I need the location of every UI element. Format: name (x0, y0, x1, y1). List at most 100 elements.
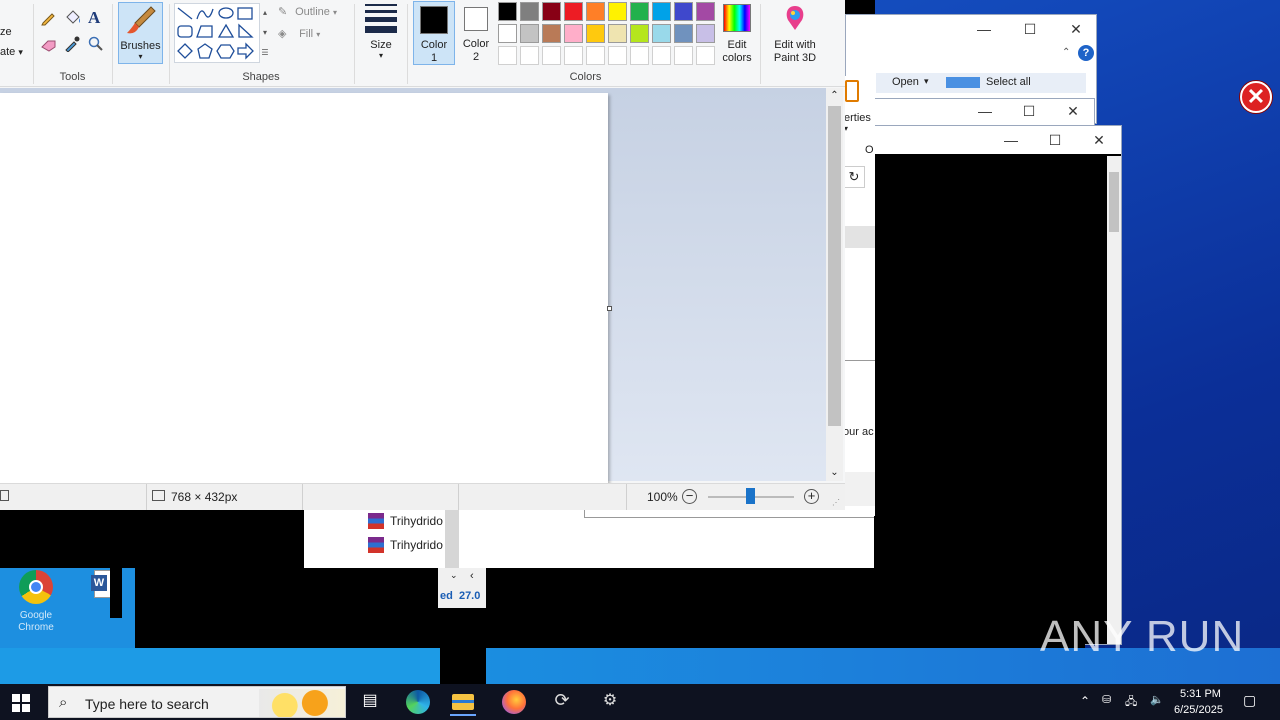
palette-swatch-empty[interactable] (564, 46, 583, 65)
firefox-icon[interactable] (502, 690, 526, 714)
open-button[interactable]: Open (892, 76, 919, 88)
scrollbar-thumb[interactable] (828, 106, 841, 426)
palette-swatch-empty[interactable] (542, 46, 561, 65)
scroll-down-icon[interactable]: ⌄ (450, 570, 458, 581)
maximize-button[interactable]: ☐ (1015, 101, 1043, 121)
network-icon[interactable]: 🖧 (1125, 693, 1137, 712)
close-overlay-button[interactable]: ✕ (1240, 81, 1272, 113)
help-icon[interactable]: ? (1078, 45, 1094, 61)
close-button[interactable]: ✕ (1059, 101, 1087, 121)
refresh-button[interactable]: ↻ (843, 166, 865, 188)
palette-swatch-empty[interactable] (652, 46, 671, 65)
size-button[interactable]: Size ▾ (360, 2, 402, 64)
fill-bucket-icon[interactable] (64, 10, 82, 26)
palette-swatch[interactable] (564, 24, 583, 43)
open-dropdown-icon[interactable]: ▾ (924, 76, 929, 87)
shapes-gallery[interactable] (174, 3, 260, 63)
clock-time[interactable]: 5:31 PM (1180, 688, 1221, 700)
color2-button[interactable]: Color 2 (456, 1, 496, 65)
resize-grip-icon[interactable]: ⋰ (832, 498, 840, 507)
palette-swatch[interactable] (608, 24, 627, 43)
resize-button[interactable]: ze (0, 26, 12, 38)
zoom-in-button[interactable]: + (804, 489, 819, 504)
palette-swatch-empty[interactable] (586, 46, 605, 65)
minimize-button[interactable]: — (971, 101, 999, 121)
close-button[interactable]: ✕ (1062, 19, 1090, 39)
palette-swatch-empty[interactable] (608, 46, 627, 65)
palette-swatch[interactable] (542, 24, 561, 43)
select-all-button[interactable]: Select all (986, 76, 1031, 88)
ribbon-collapse-icon[interactable]: ⌃ (1062, 47, 1070, 58)
palette-swatch[interactable] (630, 24, 649, 43)
taskbar-search-box[interactable]: ⌕ Type here to search (48, 686, 346, 718)
palette-swatch[interactable] (674, 24, 693, 43)
notification-icon[interactable]: ▢ (1243, 692, 1256, 709)
edit-colors-button[interactable]: Edit colors (718, 2, 756, 66)
outline-button[interactable]: ✎ Outline ▾ (278, 5, 337, 21)
rotate-button[interactable]: ate ▾ (0, 46, 23, 58)
scroll-left-icon[interactable]: ‹ (470, 570, 474, 582)
properties-label[interactable]: erties (844, 112, 871, 124)
color1-button[interactable]: Color 1 (413, 1, 455, 65)
palette-swatch[interactable] (652, 24, 671, 43)
palette-swatch[interactable] (696, 24, 715, 43)
pencil-icon[interactable] (40, 10, 56, 26)
scroll-up-arrow[interactable]: ⌃ (826, 88, 843, 104)
palette-swatch[interactable] (498, 2, 517, 21)
text-icon[interactable]: A (88, 8, 100, 28)
palette-swatch[interactable] (608, 2, 627, 21)
drawing-canvas[interactable] (0, 93, 608, 485)
separator (407, 4, 408, 84)
task-view-icon[interactable]: ▤ (358, 690, 382, 714)
tray-chevron-icon[interactable]: ⌃ (1080, 694, 1090, 708)
window-scrollbar[interactable] (1107, 156, 1121, 644)
brushes-button[interactable]: Brushes ▾ (118, 2, 163, 64)
zoom-slider-thumb[interactable] (746, 488, 755, 504)
scroll-down-arrow[interactable]: ⌄ (826, 465, 843, 481)
edge-icon[interactable] (406, 690, 430, 714)
shapes-scroll[interactable]: ▴ ▾ ☰ (260, 3, 270, 63)
maximize-button[interactable]: ☐ (1041, 130, 1069, 150)
palette-swatch[interactable] (564, 2, 583, 21)
magnifier-icon[interactable] (88, 36, 104, 52)
palette-swatch-empty[interactable] (520, 46, 539, 65)
scrollbar-thumb[interactable] (1109, 172, 1119, 232)
palette-swatch[interactable] (652, 2, 671, 21)
palette-swatch-empty[interactable] (674, 46, 693, 65)
minimize-button[interactable]: — (997, 130, 1025, 150)
fill-button[interactable]: ◈ Fill ▾ (278, 27, 320, 43)
scroll-up-icon[interactable]: ▴ (260, 3, 270, 23)
palette-swatch[interactable] (498, 24, 517, 43)
desktop-icon-chrome[interactable]: Google Chrome (6, 570, 66, 634)
palette-swatch-empty[interactable] (696, 46, 715, 65)
app-icon-2[interactable]: ⚙ (598, 690, 622, 714)
color-picker-icon[interactable] (64, 36, 80, 53)
scroll-down-icon[interactable]: ▾ (260, 23, 270, 43)
palette-swatch[interactable] (542, 2, 561, 21)
tray-app-icon[interactable]: ⛁ (1102, 693, 1111, 706)
eraser-icon[interactable] (40, 38, 58, 52)
zoom-out-button[interactable]: − (682, 489, 697, 504)
edit-paint3d-button[interactable]: Edit with Paint 3D (766, 2, 824, 66)
palette-swatch[interactable] (674, 2, 693, 21)
volume-icon[interactable]: 🔈 (1150, 693, 1164, 706)
vertical-scrollbar[interactable]: ⌃ ⌄ (826, 88, 843, 481)
file-list-scrollbar[interactable] (445, 510, 459, 568)
palette-swatch[interactable] (630, 2, 649, 21)
minimize-button[interactable]: — (970, 19, 998, 39)
palette-swatch[interactable] (520, 2, 539, 21)
palette-swatch[interactable] (520, 24, 539, 43)
expand-icon[interactable]: ☰ (260, 43, 270, 63)
close-button[interactable]: ✕ (1085, 130, 1113, 150)
palette-swatch[interactable] (696, 2, 715, 21)
start-button[interactable] (12, 694, 30, 712)
app-icon[interactable]: ⟳ (550, 690, 574, 714)
palette-swatch[interactable] (586, 2, 605, 21)
maximize-button[interactable]: ☐ (1016, 19, 1044, 39)
palette-swatch-empty[interactable] (498, 46, 517, 65)
palette-swatch-empty[interactable] (630, 46, 649, 65)
clock-date[interactable]: 6/25/2025 (1174, 704, 1223, 716)
file-explorer-icon[interactable] (450, 688, 476, 716)
palette-swatch[interactable] (586, 24, 605, 43)
canvas-resize-handle[interactable] (607, 306, 612, 311)
